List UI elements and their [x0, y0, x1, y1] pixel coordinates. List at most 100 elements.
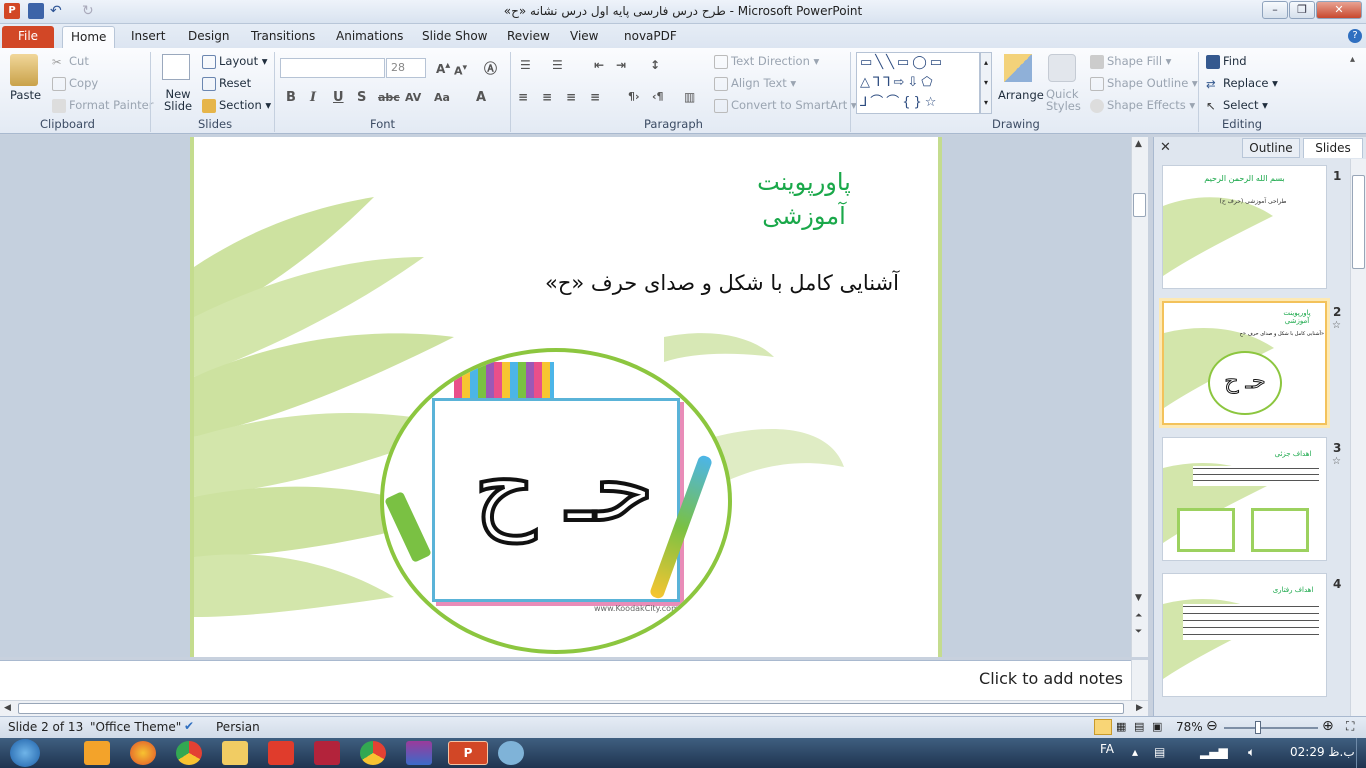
shape-fill-button[interactable]: Shape Fill ▾ [1090, 54, 1171, 69]
new-slide-button[interactable]: New Slide [164, 88, 192, 112]
strikethrough-icon[interactable]: abc [378, 91, 400, 104]
zoom-level[interactable]: 78% [1176, 720, 1203, 734]
grow-font-icon[interactable]: A▴ [436, 60, 450, 76]
numbering-icon[interactable]: ☰ [552, 58, 563, 72]
tab-novapdf[interactable]: novaPDF [616, 26, 685, 48]
chrome-window-icon[interactable] [360, 741, 386, 765]
scroll-thumb[interactable] [1133, 193, 1146, 217]
copy-button[interactable]: Copy [52, 76, 98, 91]
maximize-button[interactable]: ❐ [1289, 1, 1315, 19]
shapes-gallery[interactable]: ▭╲╲▭◯▭ △⅂⅂⇨⇩⬠ ⅃⌒⌒{}☆ [856, 52, 980, 114]
prev-slide-icon[interactable]: ⏶ [1135, 611, 1142, 621]
find-button[interactable]: Find [1206, 54, 1247, 69]
tab-animations[interactable]: Animations [328, 26, 411, 48]
arrange-icon[interactable] [1004, 54, 1032, 82]
zoom-in-icon[interactable]: ⊕ [1322, 718, 1334, 734]
underline-icon[interactable]: U [333, 90, 344, 105]
ltr-icon[interactable]: ¶› [628, 90, 640, 103]
align-center-icon[interactable]: ≡ [542, 90, 552, 104]
input-language[interactable]: FA [1100, 742, 1114, 756]
align-left-icon[interactable]: ≡ [518, 90, 528, 104]
shapes-gallery-more-icon[interactable]: ▴ ▾ ▾ [980, 52, 992, 114]
shadow-icon[interactable]: S [357, 90, 366, 105]
scroll-right-icon[interactable]: ▶ [1136, 703, 1143, 713]
tab-file[interactable]: File [2, 26, 54, 48]
paint-icon[interactable] [498, 741, 524, 765]
align-right-icon[interactable]: ≡ [566, 90, 576, 104]
tab-view[interactable]: View [562, 26, 606, 48]
fit-to-window-icon[interactable]: ⛶ [1346, 719, 1354, 734]
quick-styles-button[interactable]: Quick Styles [1046, 88, 1081, 112]
slide-body-text[interactable]: آشنایی کامل با شکل و صدای حرف «ح» [494, 271, 899, 295]
convert-smartart-button[interactable]: Convert to SmartArt ▾ [714, 98, 857, 113]
bullets-icon[interactable]: ☰ [520, 58, 531, 72]
clock[interactable]: 02:29 ب.ظ [1290, 745, 1355, 759]
file-explorer-icon[interactable] [222, 741, 248, 765]
winrar-icon[interactable] [406, 741, 432, 765]
justify-icon[interactable]: ≡ [590, 90, 600, 104]
arrange-button[interactable]: Arrange [998, 88, 1044, 102]
tab-slide-show[interactable]: Slide Show [414, 26, 495, 48]
columns-icon[interactable]: ▥ [684, 90, 695, 104]
show-desktop-button[interactable] [1356, 738, 1366, 768]
section-button[interactable]: Section ▾ [202, 98, 271, 113]
reading-view-icon[interactable]: ▤ [1134, 720, 1144, 733]
app-maroon-icon[interactable] [314, 741, 340, 765]
layout-button[interactable]: Layout ▾ [202, 54, 268, 69]
close-button[interactable]: ✕ [1316, 1, 1362, 19]
zoom-slider-thumb[interactable] [1255, 721, 1261, 734]
letter-image-circle[interactable]: حـ ح www.KoodakCity.com [380, 348, 732, 654]
paste-icon[interactable] [10, 54, 38, 86]
slide-thumbnail-1[interactable]: بسم الله الرحمن الرحیم طراحی آموزشی (حرف… [1162, 165, 1327, 289]
tray-signal-icon[interactable]: ▂▄▆ [1200, 745, 1228, 759]
cut-button[interactable]: ✂ Cut [52, 54, 89, 69]
new-slide-icon[interactable] [162, 54, 190, 80]
tab-insert[interactable]: Insert [123, 26, 173, 48]
tray-network-icon[interactable]: ▤ [1154, 745, 1165, 759]
minimize-button[interactable]: – [1262, 1, 1288, 19]
slide-canvas[interactable]: پاورپوینت آموزشی آشنایی کامل با شکل و صد… [190, 137, 942, 657]
slide-sorter-icon[interactable]: ▦ [1116, 720, 1126, 733]
horizontal-scrollbar[interactable]: ◀ ▶ [0, 700, 1148, 716]
chrome-icon[interactable] [176, 741, 202, 765]
char-spacing-icon[interactable]: AV [405, 91, 421, 104]
slide-thumbnail-2[interactable]: پاورپوینت آموزشی آشنایی کامل با شکل و صد… [1162, 301, 1327, 425]
shape-effects-button[interactable]: Shape Effects ▾ [1090, 98, 1195, 113]
zoom-out-icon[interactable]: ⊖ [1206, 718, 1218, 734]
align-text-button[interactable]: Align Text ▾ [714, 76, 796, 91]
increase-indent-icon[interactable]: ⇥ [616, 58, 626, 72]
slideshow-view-icon[interactable]: ▣ [1152, 720, 1162, 733]
font-color-icon[interactable]: A [476, 90, 486, 105]
italic-icon[interactable]: I [310, 90, 316, 105]
scroll-down-icon[interactable]: ▼ [1135, 593, 1142, 603]
panel-scroll-thumb[interactable] [1352, 175, 1365, 269]
next-slide-icon[interactable]: ⏷ [1135, 627, 1142, 637]
notes-pane[interactable]: Click to add notes [0, 660, 1131, 700]
app-red-icon[interactable] [268, 741, 294, 765]
theme-indicator[interactable]: "Office Theme" [90, 720, 181, 734]
media-player-icon[interactable] [84, 741, 110, 765]
reset-button[interactable]: Reset [202, 76, 251, 91]
firefox-icon[interactable] [130, 741, 156, 765]
language-indicator[interactable]: Persian [216, 720, 260, 734]
help-icon[interactable]: ? [1348, 29, 1362, 43]
rtl-icon[interactable]: ‹¶ [652, 90, 664, 103]
paste-button[interactable]: Paste [10, 88, 41, 102]
shrink-font-icon[interactable]: A▾ [454, 62, 467, 78]
line-spacing-icon[interactable]: ↕ [650, 58, 660, 72]
zoom-slider[interactable] [1224, 727, 1318, 729]
clear-formatting-icon[interactable]: Ⓐ [484, 58, 497, 77]
normal-view-icon[interactable] [1094, 719, 1112, 735]
close-panel-icon[interactable]: ✕ [1160, 140, 1171, 155]
slide-title[interactable]: پاورپوینت آموزشی [734, 165, 874, 233]
tray-expand-icon[interactable]: ▴ [1132, 745, 1138, 759]
notes-scrollbar[interactable] [1131, 660, 1148, 700]
tab-transitions[interactable]: Transitions [243, 26, 323, 48]
tray-volume-icon[interactable]: 🔈︎ [1248, 745, 1255, 760]
spell-check-icon[interactable]: ✔ [184, 719, 194, 733]
tab-review[interactable]: Review [499, 26, 558, 48]
font-name-combo[interactable] [280, 58, 385, 78]
replace-button[interactable]: ⇄ Replace ▾ [1206, 76, 1278, 91]
tab-slides[interactable]: Slides [1303, 138, 1363, 158]
format-painter-button[interactable]: Format Painter [52, 98, 153, 113]
